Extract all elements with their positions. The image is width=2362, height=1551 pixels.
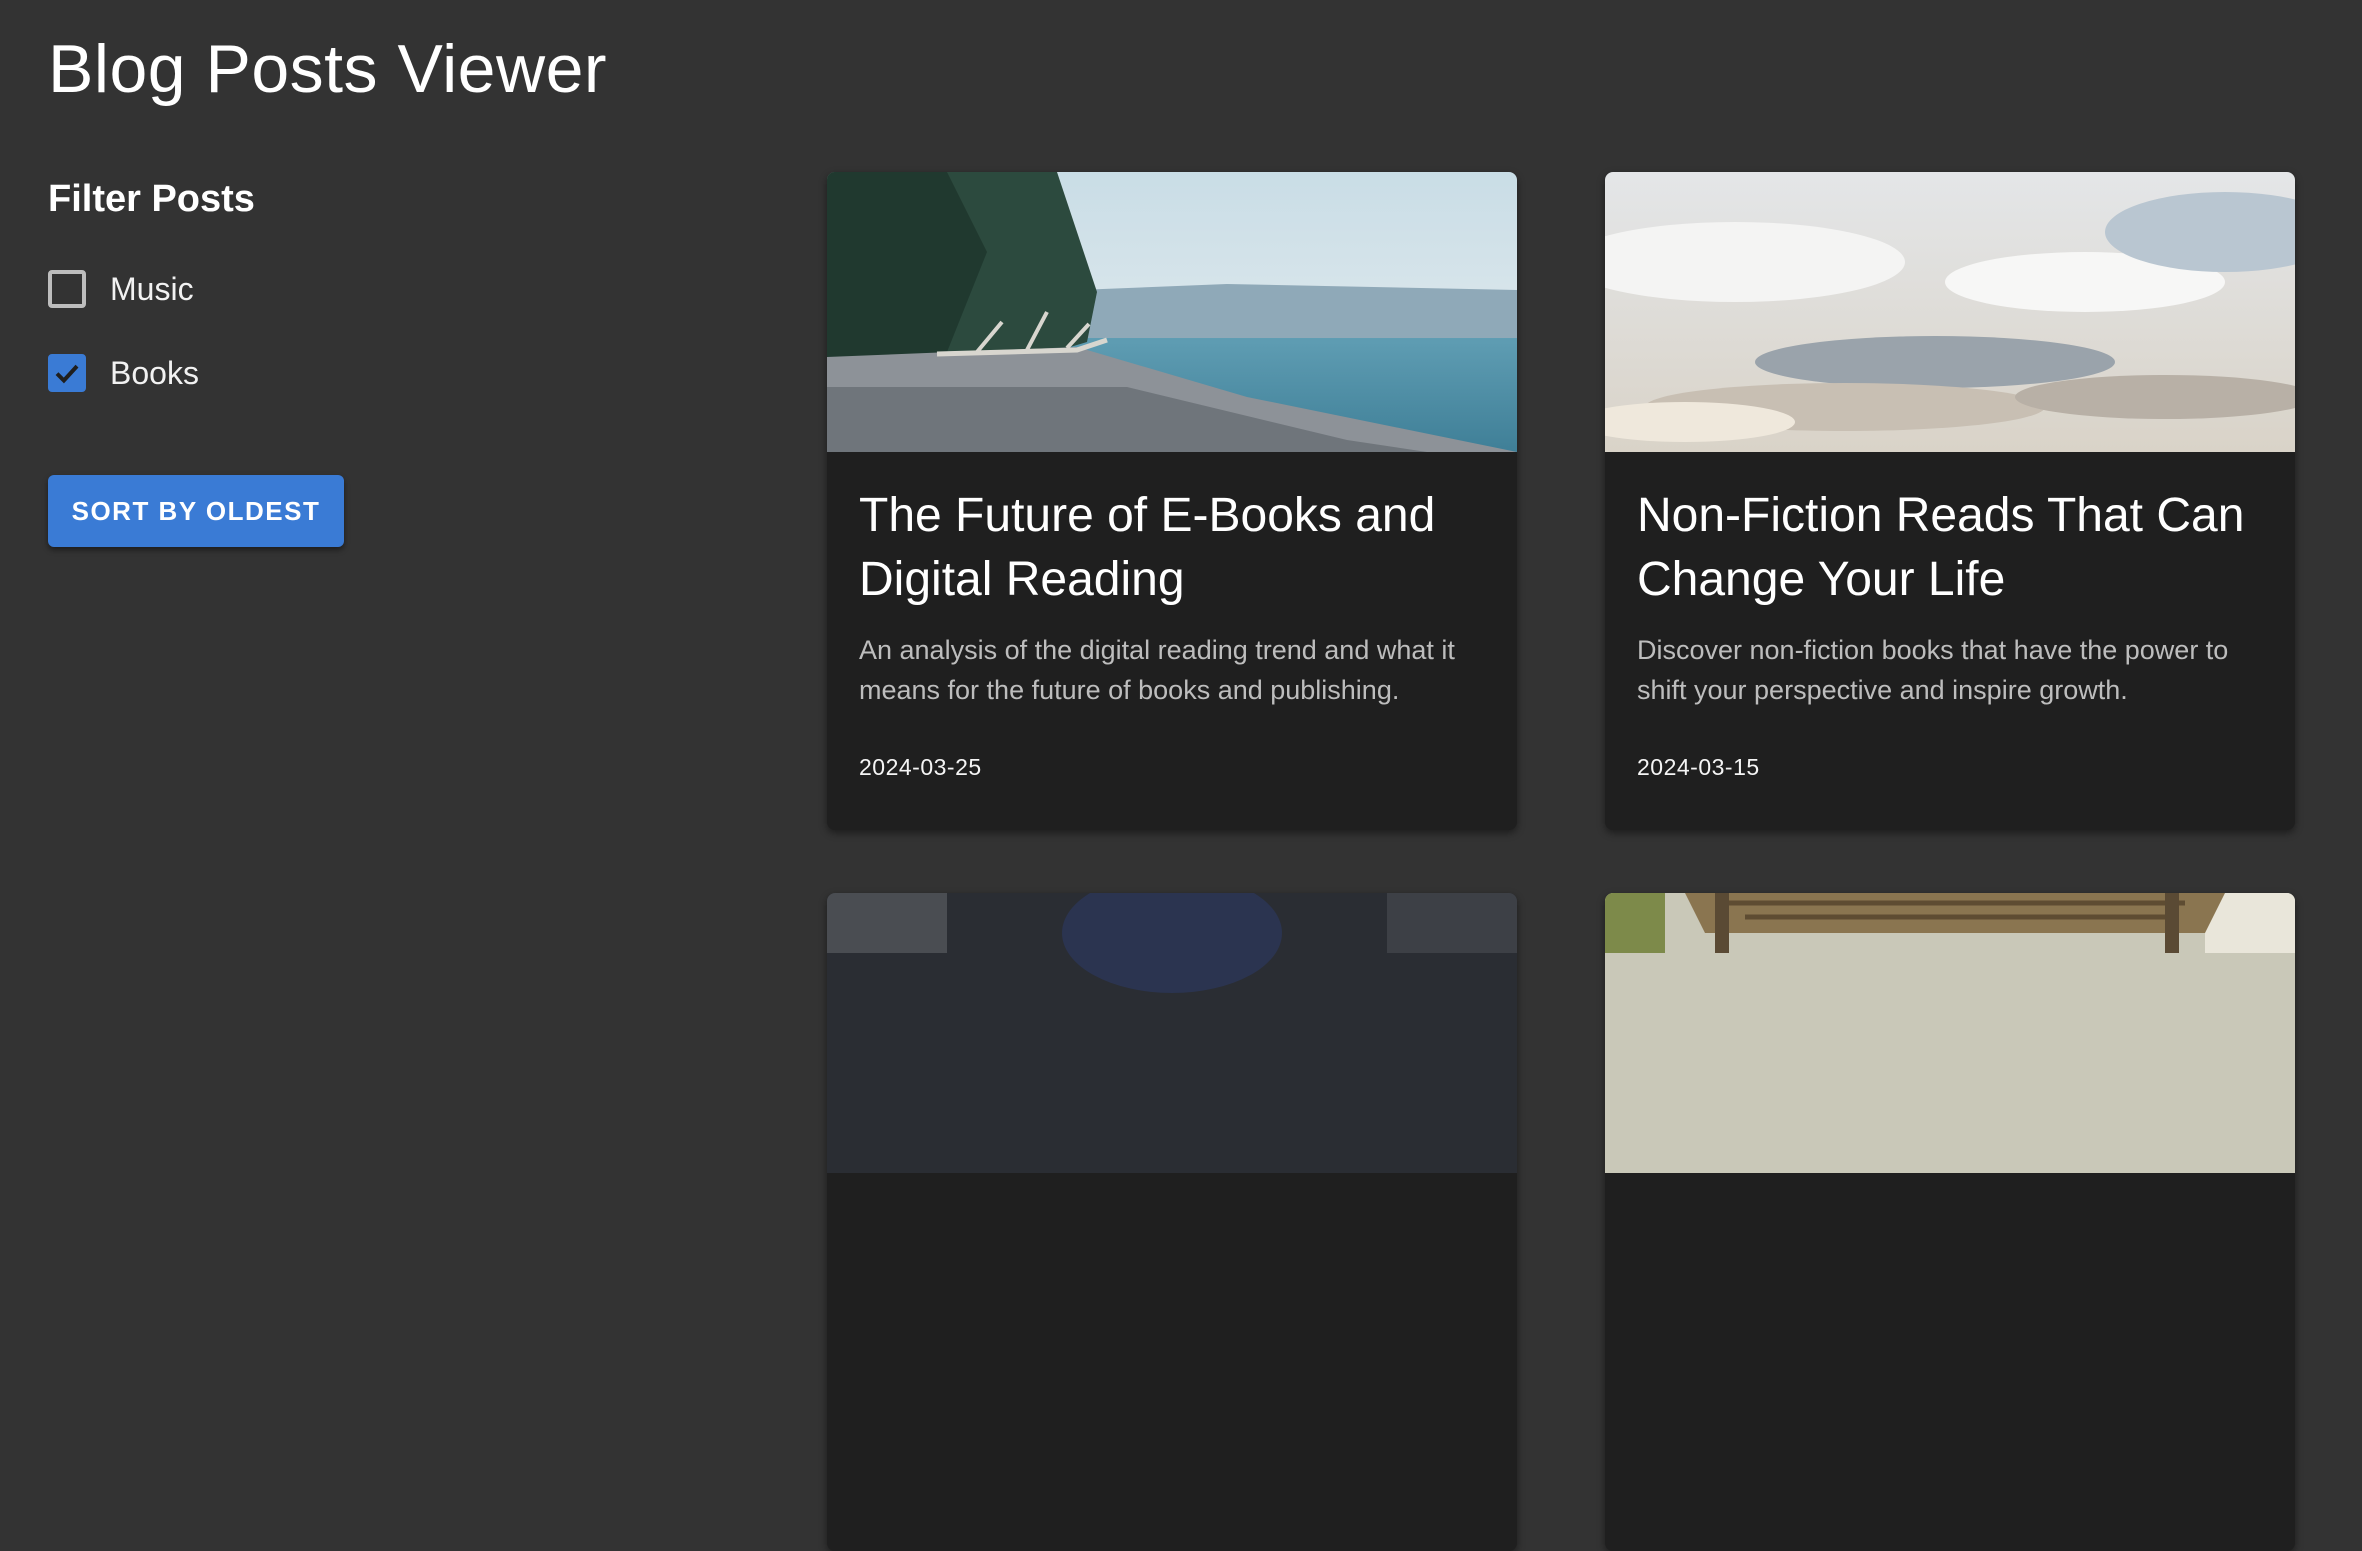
music-checkbox[interactable] [48,270,86,308]
post-description: An analysis of the digital reading trend… [859,635,1455,705]
post-description: Discover non-fiction books that have the… [1637,635,2229,705]
filter-label-books: Books [110,354,199,391]
post-card[interactable]: The Future of E-Books and Digital Readin… [827,172,1517,830]
books-checkbox[interactable] [48,354,86,392]
filter-option-books[interactable]: Books [48,331,648,415]
post-date: 2024-03-15 [1637,754,1760,780]
beach-shoreline-photo [827,172,1517,452]
post-title[interactable]: Non-Fiction Reads That Can Change Your L… [1637,484,2263,612]
filter-option-music[interactable]: Music [48,247,648,331]
post-card[interactable] [1605,893,2295,1551]
post-card[interactable]: Non-Fiction Reads That Can Change Your L… [1605,172,2295,830]
post-date: 2024-03-25 [859,754,982,780]
filter-title: Filter Posts [48,178,255,220]
filter-sidebar: Filter Posts Music Books SORT BY OLDEST [48,178,648,547]
dark-portrait-photo [827,893,1517,1173]
cloudy-sky-photo [1605,172,2295,452]
wooden-bridge-photo [1605,893,2295,1173]
post-title[interactable]: The Future of E-Books and Digital Readin… [859,484,1485,612]
checkmark-icon [55,364,79,384]
post-card[interactable] [827,893,1517,1551]
page-title: Blog Posts Viewer [48,31,608,107]
filter-label-music: Music [110,270,194,307]
sort-by-oldest-button[interactable]: SORT BY OLDEST [48,475,344,547]
